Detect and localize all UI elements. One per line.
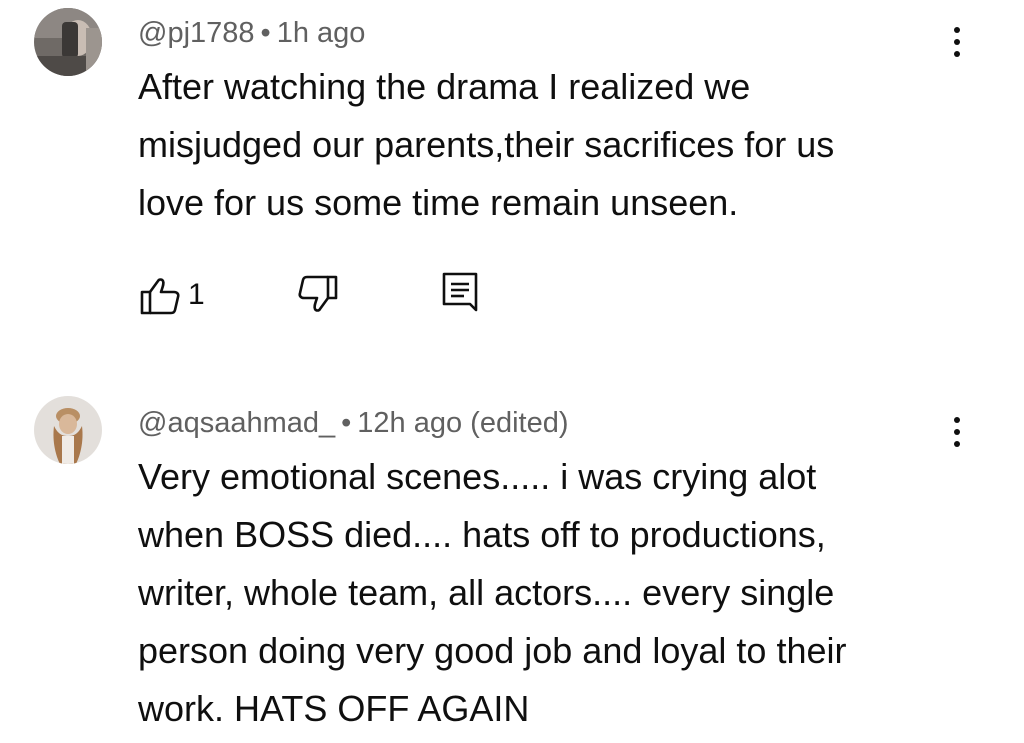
comment-line: person doing very good job and loyal to … xyxy=(138,630,847,671)
like-button[interactable]: 1 xyxy=(138,270,205,320)
comment-timestamp[interactable]: 12h ago (edited) xyxy=(357,407,568,439)
avatar[interactable] xyxy=(34,396,102,464)
comment-line: writer, whole team, all actors.... every… xyxy=(138,572,835,613)
comment-meta: @pj1788 • 1h ago xyxy=(138,16,365,50)
dislike-button[interactable] xyxy=(296,270,340,320)
like-count: 1 xyxy=(188,278,205,311)
comment-author[interactable]: @aqsaahmad_ xyxy=(138,407,335,439)
comment-item: @aqsaahmad_ • 12h ago (edited) Very emotio… xyxy=(0,390,1024,743)
comment-item: @pj1788 • 1h ago After watching the drama … xyxy=(0,0,1024,360)
comment-meta: @aqsaahmad_ • 12h ago (edited) xyxy=(138,406,569,440)
comment-line: misjudged our parents,their sacrifices f… xyxy=(138,124,835,165)
comment-line: when BOSS died.... hats off to productio… xyxy=(138,514,826,555)
more-vert-icon[interactable] xyxy=(940,20,974,64)
comment-line: After watching the drama I realized we xyxy=(138,66,751,107)
comment-line: work. HATS OFF AGAIN xyxy=(138,688,530,729)
comment-text: Very emotional scenes..... i was crying … xyxy=(138,448,978,738)
thumb-down-icon xyxy=(298,275,338,312)
comment-timestamp[interactable]: 1h ago xyxy=(277,17,366,49)
comment-text: After watching the drama I realized we m… xyxy=(138,58,978,232)
avatar-image xyxy=(34,8,102,76)
comment-line: Very emotional scenes..... i was crying … xyxy=(138,456,817,497)
meta-separator: • xyxy=(260,17,271,49)
more-vert-icon[interactable] xyxy=(940,410,974,454)
comment-line: love for us some time remain unseen. xyxy=(138,182,739,223)
avatar-image xyxy=(34,396,102,464)
reply-button[interactable] xyxy=(440,270,484,320)
meta-separator: • xyxy=(341,407,352,439)
comment-author[interactable]: @pj1788 xyxy=(138,17,255,49)
reply-icon xyxy=(442,272,478,312)
avatar[interactable] xyxy=(34,8,102,76)
thumb-up-icon xyxy=(140,278,180,315)
